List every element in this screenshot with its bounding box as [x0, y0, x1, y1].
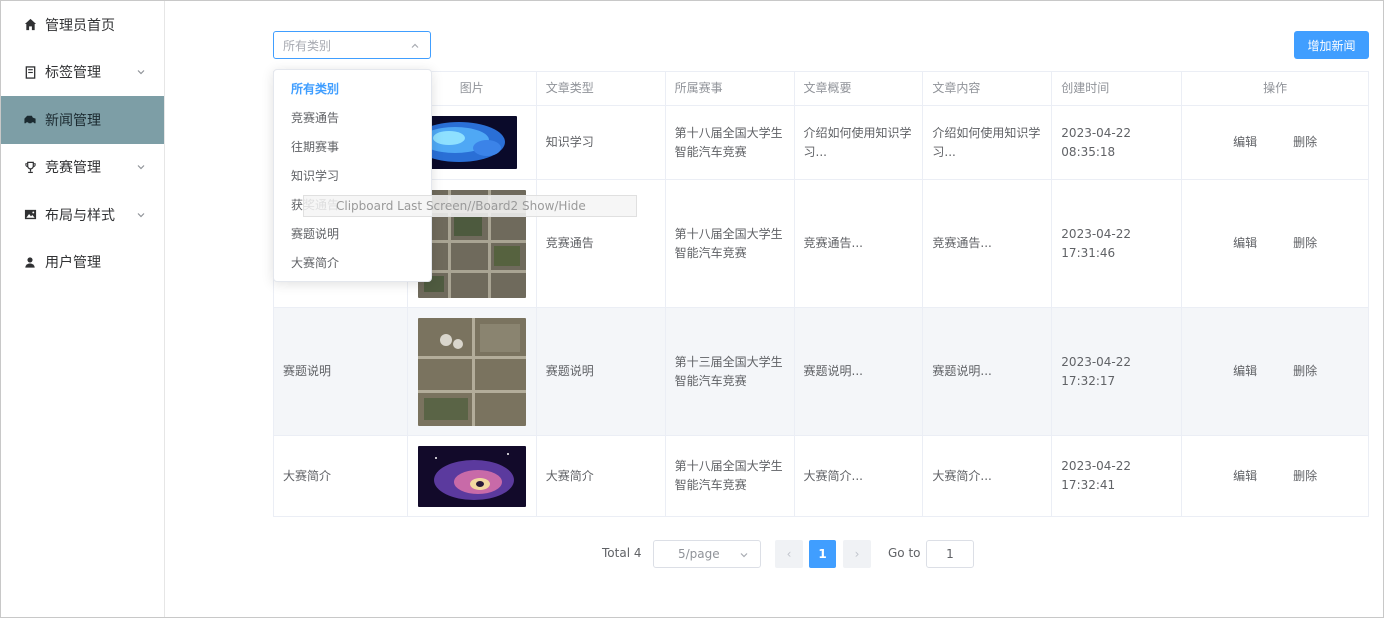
news-thumbnail — [417, 317, 526, 426]
dropdown-option[interactable]: 知识学习 — [274, 162, 431, 191]
table-row: 赛题说明 赛题说明 第十三届全国大学生智能汽车竞赛 赛题说明... 赛题说明..… — [274, 308, 1370, 436]
cell-title: 大赛简介 — [274, 436, 408, 516]
edit-button[interactable]: 编辑 — [1233, 362, 1257, 381]
cell-created: 2023-04-22 17:31:46 — [1052, 180, 1183, 307]
cell-image — [408, 308, 537, 435]
chevron-down-icon — [137, 165, 145, 170]
dropdown-option[interactable]: 往期赛事 — [274, 133, 431, 162]
cell-created: 2023-04-22 17:32:41 — [1052, 436, 1183, 516]
dropdown-option[interactable]: 赛题说明 — [274, 220, 431, 249]
table-row: 大赛简介 大赛简介 第十八届全国大学生智能汽车竞赛 大赛简介... 大赛简介..… — [274, 436, 1370, 517]
prev-page-button[interactable]: ‹ — [775, 540, 803, 568]
cell-summary: 赛题说明... — [795, 308, 924, 435]
chevron-down-icon — [137, 212, 145, 218]
add-news-button[interactable]: 增加新闻 — [1294, 31, 1369, 59]
cell-content: 竞赛通告... — [923, 180, 1053, 307]
column-header-type: 文章类型 — [537, 72, 666, 105]
edit-button[interactable]: 编辑 — [1233, 467, 1257, 486]
next-page-button[interactable]: › — [843, 540, 871, 568]
cell-actions: 编辑 删除 — [1182, 180, 1370, 307]
cell-event: 第十八届全国大学生智能汽车竞赛 — [666, 180, 795, 307]
cell-summary: 竞赛通告... — [795, 180, 924, 307]
cell-type: 大赛简介 — [537, 436, 666, 516]
delete-button[interactable]: 删除 — [1293, 133, 1317, 152]
bookmark-icon — [23, 65, 37, 79]
news-icon — [23, 113, 37, 127]
cell-event: 第十八届全国大学生智能汽车竞赛 — [666, 106, 795, 179]
sidebar-item-label: 布局与样式 — [45, 207, 115, 224]
cell-content: 赛题说明... — [923, 308, 1053, 435]
goto-label: Go to — [888, 546, 921, 560]
sidebar-item-label: 用户管理 — [45, 255, 101, 272]
edit-button[interactable]: 编辑 — [1233, 234, 1257, 253]
user-icon — [23, 255, 37, 269]
picture-icon — [23, 208, 37, 222]
column-header-actions: 操作 — [1182, 72, 1370, 105]
cell-type: 知识学习 — [537, 106, 666, 179]
cell-created: 2023-04-22 17:32:17 — [1052, 308, 1183, 435]
cell-summary: 大赛简介... — [795, 436, 924, 516]
sidebar-item-competitions[interactable]: 竞赛管理 — [1, 144, 164, 192]
cell-actions: 编辑 删除 — [1182, 106, 1370, 179]
cell-event: 第十三届全国大学生智能汽车竞赛 — [666, 308, 795, 435]
column-header-summary: 文章概要 — [795, 72, 924, 105]
cell-title: 赛题说明 — [274, 308, 408, 435]
delete-button[interactable]: 删除 — [1293, 467, 1317, 486]
sidebar-item-label: 新闻管理 — [45, 112, 101, 129]
page-number-current[interactable]: 1 — [809, 540, 836, 568]
table-row: 知识学习 第十八届全国大学生智能汽车竞赛 介绍如何使用知识学习... 介绍如何使… — [274, 106, 1370, 180]
sidebar-item-label: 管理员首页 — [45, 17, 115, 34]
column-header-created: 创建时间 — [1052, 72, 1183, 105]
dropdown-option[interactable]: 大赛简介 — [274, 249, 431, 278]
cell-actions: 编辑 删除 — [1182, 436, 1370, 516]
page-size-select[interactable]: 5/page — [653, 540, 761, 568]
column-header-event: 所属赛事 — [666, 72, 795, 105]
page-size-value: 5/page — [678, 547, 720, 561]
chevron-down-icon — [740, 553, 748, 558]
trophy-icon — [23, 160, 37, 174]
column-header-content: 文章内容 — [923, 72, 1053, 105]
pagination: Total 4 5/page ‹ 1 › Go to 1 — [0, 540, 1384, 568]
category-select[interactable]: 所有类别 — [273, 31, 431, 59]
edit-button[interactable]: 编辑 — [1233, 133, 1257, 152]
sidebar-item-label: 竞赛管理 — [45, 160, 101, 177]
table-header-row: 图片 文章类型 所属赛事 文章概要 文章内容 创建时间 操作 — [274, 72, 1370, 106]
cell-actions: 编辑 删除 — [1182, 308, 1370, 435]
delete-button[interactable]: 删除 — [1293, 234, 1317, 253]
sidebar-item-admin-home[interactable]: 管理员首页 — [1, 1, 164, 49]
clipboard-tooltip: Clipboard Last Screen//Board2 Show/Hide — [303, 195, 637, 217]
cell-created: 2023-04-22 08:35:18 — [1052, 106, 1183, 179]
cell-content: 大赛简介... — [923, 436, 1053, 516]
cell-event: 第十八届全国大学生智能汽车竞赛 — [666, 436, 795, 516]
sidebar: 管理员首页 标签管理 新闻管理 竞赛管理 布局与样式 用户管理 — [1, 1, 165, 617]
sidebar-item-layout-style[interactable]: 布局与样式 — [1, 191, 164, 239]
dropdown-option[interactable]: 竞赛通告 — [274, 104, 431, 133]
chevron-down-icon — [137, 70, 145, 75]
sidebar-item-tags[interactable]: 标签管理 — [1, 49, 164, 97]
chevron-up-icon — [411, 43, 419, 48]
cell-content: 介绍如何使用知识学习... — [923, 106, 1053, 179]
pagination-total: Total 4 — [602, 546, 642, 560]
sidebar-item-label: 标签管理 — [45, 65, 101, 82]
cell-image — [408, 436, 537, 516]
category-select-value: 所有类别 — [283, 38, 332, 53]
goto-page-input[interactable]: 1 — [926, 540, 974, 568]
news-thumbnail — [417, 445, 526, 507]
news-table: 图片 文章类型 所属赛事 文章概要 文章内容 创建时间 操作 知识学习 第十八届… — [273, 71, 1370, 517]
sidebar-item-users[interactable]: 用户管理 — [1, 239, 164, 287]
delete-button[interactable]: 删除 — [1293, 362, 1317, 381]
cell-type: 赛题说明 — [537, 308, 666, 435]
dropdown-option[interactable]: 所有类别 — [274, 75, 431, 104]
home-icon — [23, 18, 37, 32]
category-dropdown: 所有类别 竞赛通告 往期赛事 知识学习 获奖通告 赛题说明 大赛简介 — [273, 69, 432, 282]
cell-summary: 介绍如何使用知识学习... — [795, 106, 924, 179]
sidebar-item-news[interactable]: 新闻管理 — [1, 96, 164, 144]
